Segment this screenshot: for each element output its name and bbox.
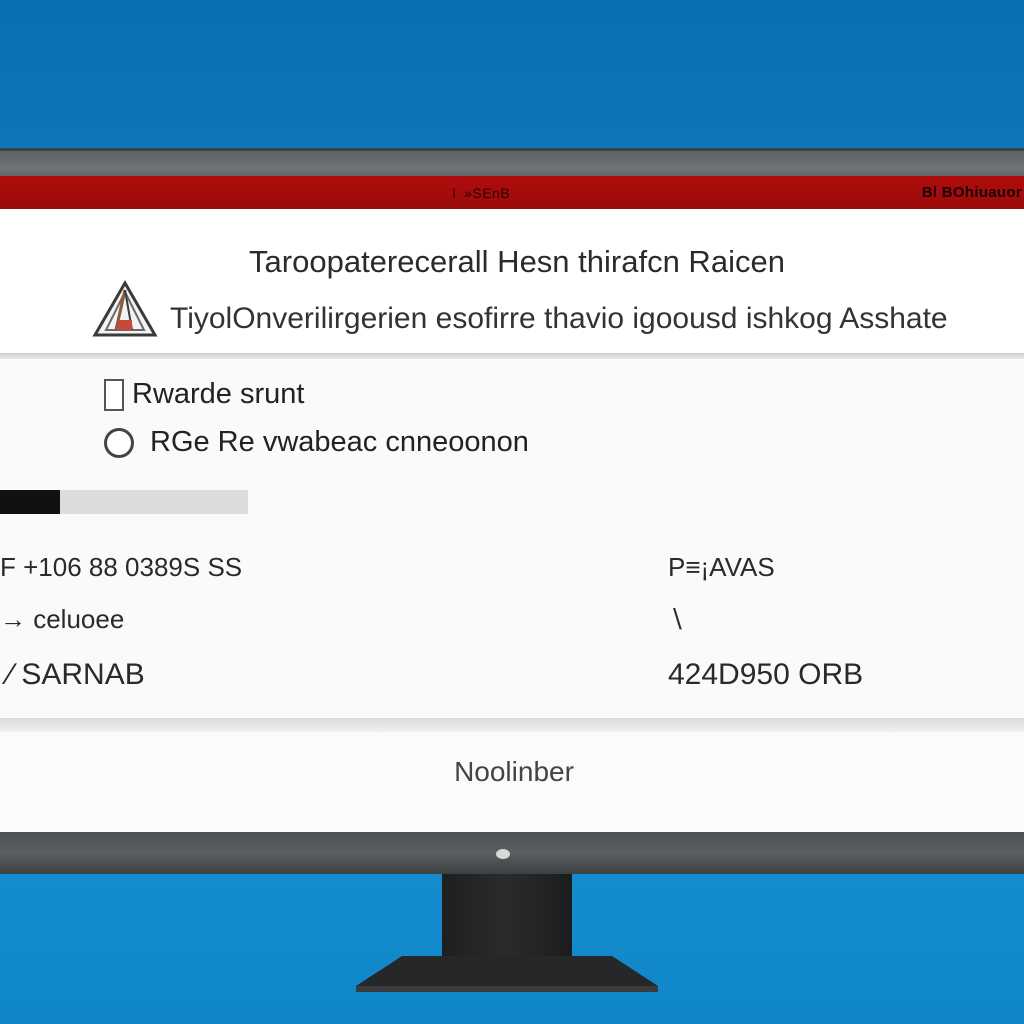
monitor-bottom-bezel — [0, 832, 1024, 874]
warning-triangle-icon — [92, 280, 158, 337]
radio-button[interactable] — [104, 427, 134, 458]
detail-left-1: F +106 88 0389S SS — [0, 552, 243, 582]
radio-option[interactable]: RGe Re vwabeac cnneoonon — [104, 426, 529, 459]
warning-message: TiyolOnverilirgerien esofirre thavio igo… — [170, 302, 948, 335]
dialog-titlebar[interactable]: I »SEnB Bl BOhiuauor — [0, 176, 1024, 210]
checkbox-label: Rwarde srunt — [132, 378, 305, 410]
footer-button[interactable]: Noolinber — [414, 752, 614, 792]
dialog-title: I »SEnB — [452, 185, 511, 201]
radio-label: RGe Re vwabeac cnneoonon — [150, 426, 529, 458]
checkbox-option[interactable]: Rwarde srunt — [104, 378, 304, 411]
progress-bar — [0, 490, 248, 514]
monitor-stand-neck — [442, 874, 572, 960]
monitor-stand-base — [356, 956, 658, 992]
dialog-heading: Taroopaterecerall Hesn thirafcn Raicen — [249, 244, 785, 279]
detail-right-3: 424D950 ORB — [668, 658, 864, 691]
detail-left-3: ∕ SARNAB — [8, 658, 145, 691]
progress-fill — [0, 490, 60, 514]
titlebar-right-text: Bl BOhiuauor — [921, 184, 1022, 201]
detail-right-2: ∖ — [668, 604, 685, 634]
checkbox[interactable] — [104, 378, 124, 411]
power-indicator-icon — [496, 849, 510, 859]
detail-right-1: P≡¡AVAS — [668, 552, 775, 582]
footer-divider — [0, 718, 1024, 732]
options-panel — [0, 359, 1024, 721]
detail-left-2: → celuoee — [0, 604, 125, 634]
